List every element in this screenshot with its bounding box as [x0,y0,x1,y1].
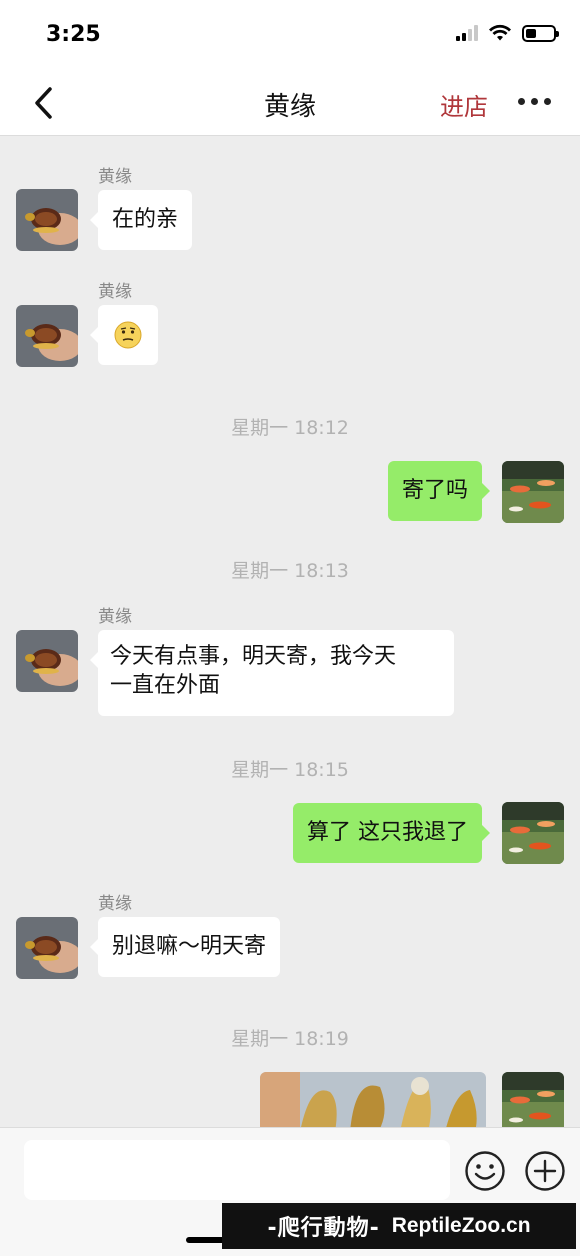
message-bubble-incoming[interactable]: 在的亲 [89,190,193,250]
message-text-line: 一直在外面 [110,673,221,698]
enter-shop-button[interactable]: 进店 [440,87,488,122]
watermark: -爬行動物- ReptileZoo.cn [222,1203,576,1249]
chat-title: 黄缘 [263,92,316,122]
message-bubble-incoming[interactable]: 别退嘛～明天寄 [89,917,281,977]
message-bubble-outgoing[interactable]: 算了 这只我退了 [293,803,490,863]
sender-name: 黄缘 [98,607,132,627]
image-message[interactable] [260,1072,486,1127]
timestamp: 星期一 18:12 [231,417,349,439]
chat-header: 黄缘 进店 [0,70,580,136]
sender-name: 黄缘 [98,282,132,302]
message-bubble-outgoing[interactable]: 寄了吗 [387,461,491,521]
emoji-button[interactable] [464,1150,506,1192]
message-bubble-incoming[interactable] [90,305,158,365]
battery-icon [522,24,559,42]
more-dots-icon [518,98,525,105]
smiley-face-icon [465,1151,505,1191]
timestamp: 星期一 18:15 [231,759,349,781]
my-avatar[interactable] [502,461,564,523]
status-time: 3:25 [46,22,101,47]
my-avatar[interactable] [502,1072,564,1127]
chat-messages[interactable]: 黄缘 在的亲 黄缘 星期一 18:12 寄了吗 星期一 18:13 黄缘 今天有… [0,137,580,1127]
more-functions-button[interactable] [524,1150,566,1192]
message-bubble-incoming[interactable]: 今天有点事，明天寄，我今天 一直在外面 [90,630,454,716]
cellular-signal-icon [456,25,478,41]
plus-circle-icon [525,1151,565,1191]
message-input[interactable] [24,1140,450,1200]
watermark-en: ReptileZoo.cn [391,1214,531,1237]
seller-avatar[interactable] [16,305,78,367]
my-avatar[interactable] [502,802,564,864]
status-icons [456,24,559,42]
seller-avatar[interactable] [16,189,78,251]
sender-name: 黄缘 [98,894,132,914]
timestamp: 星期一 18:13 [231,560,349,582]
status-bar: 3:25 [0,0,580,70]
message-text-line: 今天有点事，明天寄，我今天 [110,644,397,669]
seller-avatar[interactable] [16,917,78,979]
wifi-icon [489,24,511,41]
awkward-smile-emoji [114,321,142,349]
more-options-button[interactable] [518,98,551,105]
sender-name: 黄缘 [98,167,132,187]
watermark-cn: -爬行動物- [267,1216,380,1241]
timestamp: 星期一 18:19 [231,1028,349,1050]
seller-avatar[interactable] [16,630,78,692]
